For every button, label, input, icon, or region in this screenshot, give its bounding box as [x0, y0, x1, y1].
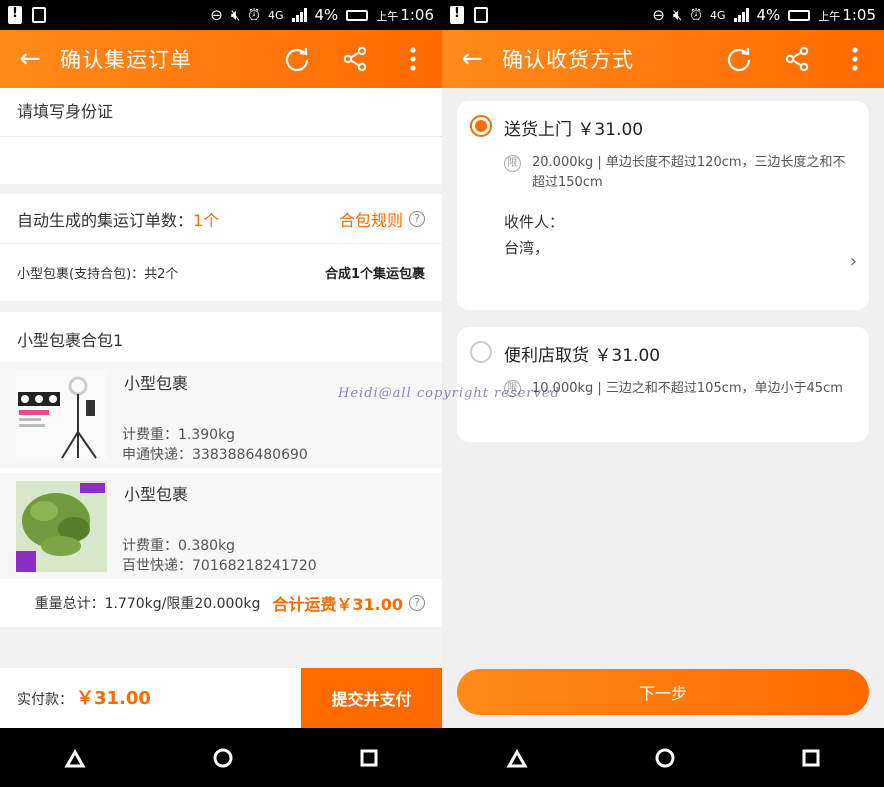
id-card-label: 请填写身份证 [17, 102, 114, 121]
bundle-rules-link[interactable]: 合包规则 [339, 207, 403, 231]
mute-icon: 🔇︎ [672, 6, 683, 24]
battery-icon [788, 9, 811, 21]
battery-percent: 4% [756, 6, 781, 24]
clock-ampm: 上午 [376, 10, 399, 23]
home-nav-icon[interactable] [654, 747, 676, 769]
limit-icon: 限 [504, 155, 521, 172]
delivery-option-home[interactable]: 送货上门 ￥31.00 限 20.000kg | 单边长度不超过120cm，三边… [457, 101, 869, 310]
delivery-option-store[interactable]: 便利店取货 ￥31.00 限 10.000kg | 三边之和不超过105cm，单… [457, 327, 869, 442]
back-nav-icon[interactable] [63, 748, 87, 768]
dnd-icon: ⊖ [652, 6, 665, 24]
option-title: 便利店取货 ￥31.00 [504, 346, 661, 366]
package-summary-row: 小型包裹(支持合包)：共2个 合成1个集运包裹 [0, 244, 442, 301]
submit-pay-button[interactable]: 提交并支付 [301, 668, 442, 728]
share-icon[interactable] [326, 30, 384, 88]
back-arrow-icon[interactable]: ← [0, 30, 60, 88]
radio-selected[interactable] [470, 115, 492, 137]
screenshot-icon [474, 7, 488, 23]
network-type: 4G [709, 8, 726, 22]
app-bar: ← 确认集运订单 [0, 30, 442, 88]
total-fee: 合计运费￥31.00 [272, 595, 403, 614]
bundle-group-title: 小型包裹合包1 [17, 331, 124, 350]
package-tracking: 申通快递：3383886480690 [122, 447, 308, 463]
totals-row: 重量总计：1.770kg/限重20.000kg 合计运费￥31.00 ? [0, 583, 442, 623]
package-item[interactable]: 小型包裹 计费重：1.390kg 申通快递：3383886480690 [0, 362, 442, 468]
option-limits: 20.000kg | 单边长度不超过120cm，三边长度之和不超过150cm [532, 155, 846, 190]
back-nav-icon[interactable] [505, 748, 529, 768]
package-item[interactable]: 小型包裹 计费重：0.380kg 百世快递：70168218241720 [0, 473, 442, 579]
refresh-icon[interactable] [710, 30, 768, 88]
recents-nav-icon[interactable] [801, 748, 821, 768]
total-weight: 重量总计：1.770kg/限重20.000kg [34, 596, 261, 612]
more-icon[interactable] [384, 30, 442, 88]
receiver-label: 收件人： [504, 213, 565, 231]
package-summary: 小型包裹(支持合包)：共2个 [17, 267, 179, 282]
alarm-icon: ⏰︎ [690, 6, 702, 24]
app-bar: ← 确认收货方式 [442, 30, 884, 88]
id-card-section: 请填写身份证 [0, 88, 442, 184]
package-weight: 计费重：1.390kg [122, 427, 236, 443]
help-icon[interactable]: ? [409, 210, 425, 227]
help-icon[interactable]: ? [409, 595, 425, 611]
bundle-group: 小型包裹合包1 [0, 312, 442, 627]
pay-label: 实付款： [17, 692, 73, 708]
clock: 上午 1:05 [818, 6, 876, 24]
signal-icon [291, 8, 307, 22]
system-nav-bar [442, 728, 884, 787]
copyright-watermark: Heidi@all copyright reserved [338, 386, 560, 401]
share-icon[interactable] [768, 30, 826, 88]
clock-time: 1:06 [400, 6, 434, 24]
alert-icon [450, 6, 464, 24]
order-count-label: 自动生成的集运订单数： [17, 210, 194, 230]
checkout-bar: 实付款： ￥31.00 提交并支付 [0, 668, 442, 728]
clock-time: 1:05 [842, 6, 876, 24]
pay-amount: ￥31.00 [76, 688, 151, 709]
home-nav-icon[interactable] [212, 747, 234, 769]
clock-ampm: 上午 [818, 10, 841, 23]
page-title: 确认收货方式 [502, 48, 634, 72]
id-card-input[interactable] [0, 137, 442, 184]
option-title: 送货上门 ￥31.00 [504, 120, 644, 140]
more-icon[interactable] [826, 30, 884, 88]
recents-nav-icon[interactable] [359, 748, 379, 768]
order-count-row: 自动生成的集运订单数： 1个 合包规则 ? [0, 194, 442, 243]
alert-icon [8, 6, 22, 24]
screenshot-icon [32, 7, 46, 23]
next-step-button[interactable]: 下一步 [457, 669, 869, 715]
plant-product-image [16, 481, 107, 572]
package-weight: 计费重：0.380kg [122, 538, 236, 554]
package-tracking: 百世快递：70168218241720 [122, 558, 317, 574]
merged-summary: 合成1个集运包裹 [324, 267, 425, 282]
signal-icon [733, 8, 749, 22]
clock: 上午 1:06 [376, 6, 434, 24]
system-nav-bar [0, 728, 442, 787]
mute-icon: 🔇︎ [230, 6, 241, 24]
chevron-right-icon[interactable]: › [850, 251, 857, 272]
alarm-icon: ⏰︎ [248, 6, 260, 24]
dnd-icon: ⊖ [210, 6, 223, 24]
back-arrow-icon[interactable]: ← [442, 30, 502, 88]
package-name: 小型包裹 [124, 374, 189, 393]
network-type: 4G [267, 8, 284, 22]
option-limits: 10.000kg | 三边之和不超过105cm，单边小于45cm [532, 381, 843, 396]
package-name: 小型包裹 [124, 485, 189, 504]
status-bar: ⊖ 🔇︎ ⏰︎ 4G 4% 上午1:06 [0, 0, 442, 30]
receiver-address: 台湾， [504, 239, 550, 257]
refresh-icon[interactable] [268, 30, 326, 88]
ring-light-product-image [16, 370, 107, 461]
page-title: 确认集运订单 [60, 48, 192, 72]
battery-percent: 4% [314, 6, 339, 24]
order-count-value: 1个 [193, 210, 220, 230]
status-bar: ⊖ 🔇︎ ⏰︎ 4G 4% 上午1:05 [442, 0, 884, 30]
battery-icon [346, 9, 369, 21]
radio-unselected[interactable] [470, 341, 492, 363]
